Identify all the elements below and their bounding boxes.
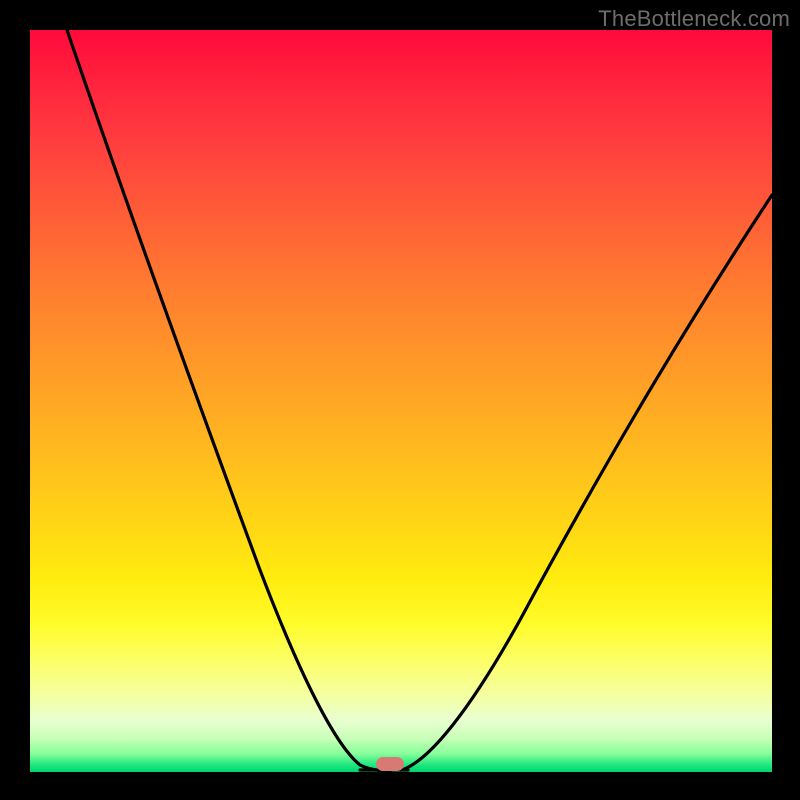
plot-area [30, 30, 772, 772]
watermark-text: TheBottleneck.com [598, 6, 790, 32]
chart-frame: TheBottleneck.com [0, 0, 800, 800]
optimal-marker [376, 757, 404, 771]
bottleneck-curve [30, 30, 772, 772]
